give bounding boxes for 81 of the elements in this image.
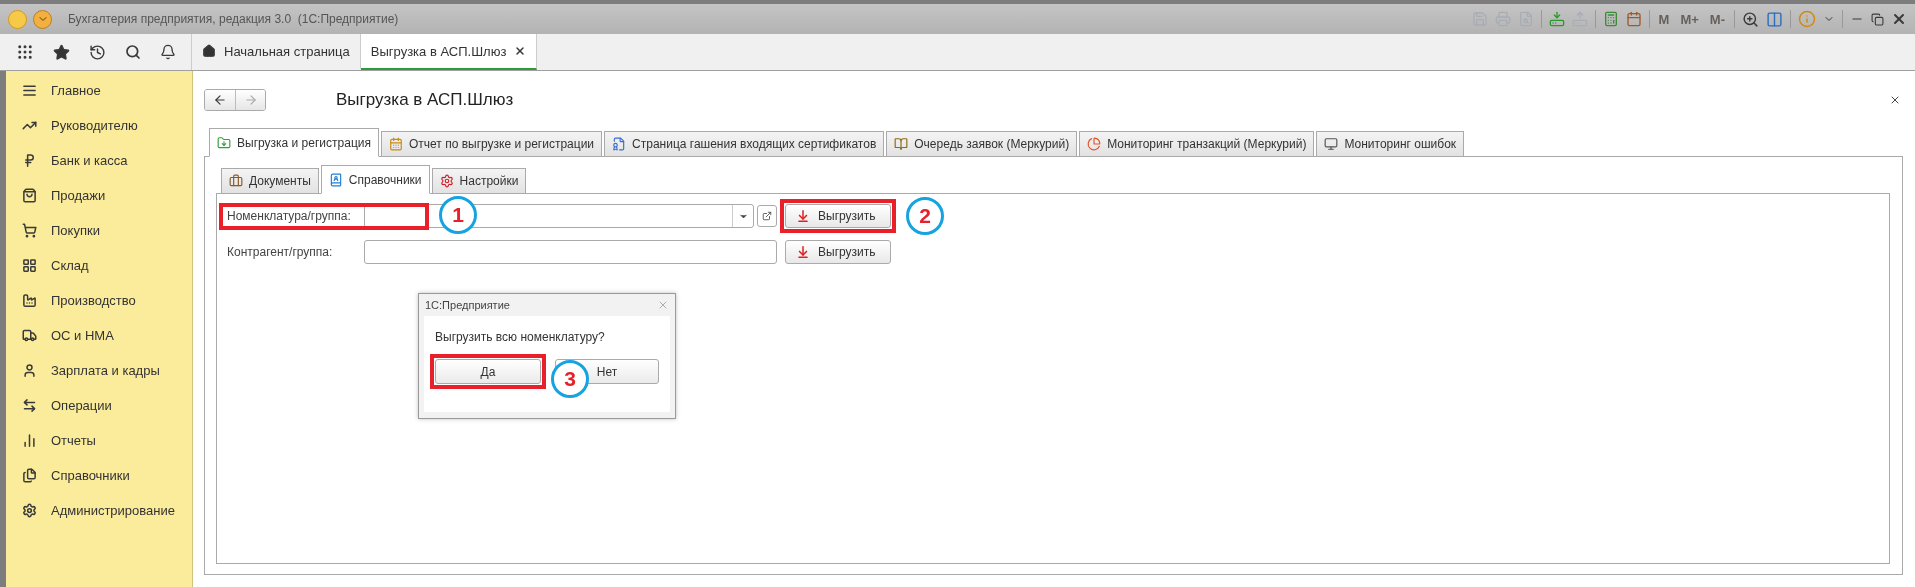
star-icon[interactable] (52, 43, 70, 61)
sidebar-item[interactable]: Операции (6, 388, 192, 423)
info-icon[interactable] (1798, 10, 1816, 28)
tab[interactable]: Мониторинг ошибок (1316, 131, 1465, 157)
home-icon (202, 44, 216, 58)
menu-icon[interactable] (33, 9, 52, 29)
sidebar-item[interactable]: ОС и НМА (6, 318, 192, 353)
arrow-left-icon (213, 92, 227, 107)
restore-icon[interactable] (1871, 12, 1884, 26)
input-field[interactable] (364, 240, 777, 264)
app-logo-icon[interactable] (8, 9, 27, 29)
sidebar-item[interactable]: Руководителю (6, 108, 192, 143)
pie-chart-icon (1087, 137, 1102, 151)
dialog-button[interactable]: Да (435, 359, 541, 384)
search-icon[interactable] (124, 44, 141, 60)
arrow-right-icon (243, 92, 258, 107)
bell-icon[interactable] (159, 44, 176, 60)
step-number: 2 (906, 197, 944, 235)
truck-icon (22, 328, 37, 343)
tab[interactable]: Очередь заявок (Меркурий) (886, 131, 1078, 157)
book-icon (894, 137, 909, 151)
tab[interactable]: Настройки (431, 168, 527, 194)
sidebar-item[interactable]: Продажи (6, 178, 192, 213)
history-icon[interactable] (88, 43, 106, 61)
factory-icon (22, 293, 37, 308)
close-icon[interactable] (1891, 11, 1907, 27)
sidebar-item[interactable]: Зарплата и кадры (6, 353, 192, 388)
tab[interactable]: Мониторинг транзакций (Меркурий) (1079, 131, 1315, 157)
open-tab[interactable]: Выгрузка в АСП.Шлюз (360, 34, 538, 70)
tab[interactable]: Выгрузка и регистрация (209, 128, 379, 157)
certificate-icon (612, 137, 627, 151)
sidebar-item[interactable]: Администрирование (6, 493, 192, 528)
sidebar-item[interactable]: Главное (6, 73, 192, 108)
export-button[interactable]: Выгрузить (785, 240, 891, 264)
cart-icon (22, 223, 37, 238)
tray-arrow-icon[interactable] (1548, 11, 1565, 27)
back-button[interactable] (205, 89, 235, 110)
sidebar-item[interactable]: Покупки (6, 213, 192, 248)
dialog-title: 1С:Предприятие (425, 299, 510, 311)
folder-icon (217, 135, 231, 150)
download-icon (796, 245, 810, 259)
calendar-icon (388, 137, 403, 151)
field-label: Номенклатура/группа: (227, 209, 352, 223)
sidebar-item[interactable]: Отчеты (6, 423, 192, 458)
bar-chart-icon (22, 433, 37, 448)
list-icon (22, 83, 37, 98)
forward-button[interactable] (235, 89, 265, 110)
settings-icon (22, 503, 37, 518)
close-icon[interactable] (514, 45, 527, 57)
grid-icon (22, 258, 37, 273)
export-button[interactable]: Выгрузить (785, 204, 891, 228)
panels-icon[interactable] (1766, 10, 1783, 28)
tab[interactable]: Отчет по выгрузке и регистрации (380, 131, 603, 157)
calculator-icon[interactable] (1602, 11, 1619, 27)
step-number: 1 (439, 196, 477, 234)
tab[interactable]: Справочники (320, 165, 430, 194)
dialog-message: Выгрузить всю номенклатуру? (435, 330, 606, 344)
apps-grid-icon[interactable] (15, 43, 34, 61)
tab[interactable]: Страница гашения входящих сертификатов (604, 131, 885, 157)
bag-icon (22, 188, 37, 203)
documents-icon (22, 468, 37, 483)
window-title: Бухгалтерия предприятия, редакция 3.0 (1С:Предприятие) (68, 12, 399, 26)
open-tab[interactable]: Начальная страница (192, 34, 361, 70)
sidebar-item[interactable]: Склад (6, 248, 192, 283)
ruble-icon (22, 153, 37, 168)
field-label: Контрагент/группа: (227, 245, 334, 259)
contacts-book-icon (328, 172, 343, 187)
person-icon (22, 363, 37, 378)
tab[interactable]: Документы (221, 168, 319, 194)
gear-icon (439, 174, 454, 188)
sidebar-item[interactable]: Справочники (6, 458, 192, 493)
download-icon (796, 209, 810, 223)
monitor-icon (1324, 137, 1339, 151)
sidebar-item[interactable]: Производство (6, 283, 192, 318)
arrows-icon (22, 398, 37, 413)
briefcase-icon (229, 174, 243, 188)
zoom-icon[interactable] (1742, 10, 1759, 28)
sidebar-item[interactable]: Банк и касса (6, 143, 192, 178)
open-icon[interactable] (757, 205, 777, 227)
form-title: Выгрузка в АСП.Шлюз (336, 89, 514, 110)
calendar-icon[interactable] (1625, 11, 1642, 27)
